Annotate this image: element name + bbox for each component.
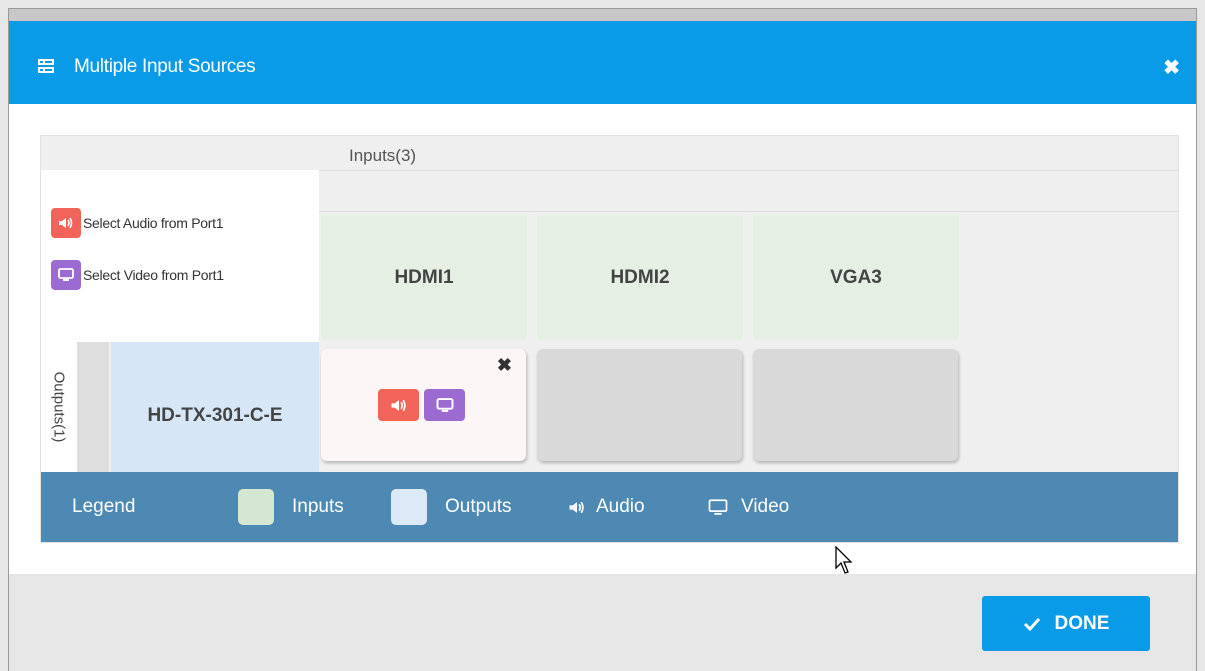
video-icon xyxy=(708,498,728,515)
output-row-header: HD-TX-301-C-E xyxy=(111,342,319,472)
legend-audio: Audio xyxy=(568,472,645,542)
legend-audio-label: Audio xyxy=(596,496,645,517)
dialog-header: Multiple Input Sources ✖ xyxy=(9,21,1196,104)
legend-inputs-label: Inputs xyxy=(292,496,344,517)
route-indicators xyxy=(378,389,470,421)
legend-outputs-label: Outputs xyxy=(445,496,512,517)
outputs-swatch xyxy=(391,489,427,525)
input-column-header: HDMI2 xyxy=(537,215,743,340)
input-column-header: VGA3 xyxy=(753,215,959,340)
dialog-window: Multiple Input Sources ✖ Inputs(3) Selec… xyxy=(8,8,1197,671)
select-video-label: Select Video from Port1 xyxy=(83,267,224,283)
select-audio-label: Select Audio from Port1 xyxy=(83,215,224,231)
legend-video-label: Video xyxy=(741,496,790,517)
done-button-label: DONE xyxy=(1054,612,1110,634)
dialog-body: Inputs(3) Select Audio from Port1 Select… xyxy=(9,104,1196,574)
legend-video: Video xyxy=(707,472,789,542)
done-button[interactable]: DONE xyxy=(982,596,1150,651)
inputs-swatch xyxy=(238,489,274,525)
select-video-row[interactable]: Select Video from Port1 xyxy=(51,260,224,290)
port-selection-box: Select Audio from Port1 Select Video fro… xyxy=(41,170,319,342)
checkmark-icon xyxy=(1023,617,1040,631)
close-icon[interactable]: ✖ xyxy=(1163,55,1180,80)
mouse-cursor-icon xyxy=(835,546,853,574)
select-audio-row[interactable]: Select Audio from Port1 xyxy=(51,208,223,238)
audio-icon xyxy=(569,501,584,513)
dialog-footer: DONE xyxy=(9,574,1196,671)
video-icon[interactable] xyxy=(424,389,465,421)
legend-title: Legend xyxy=(72,496,136,517)
video-icon[interactable] xyxy=(51,260,81,290)
routing-matrix: Inputs(3) Select Audio from Port1 Select… xyxy=(40,135,1179,543)
output-row-gutter xyxy=(77,342,109,472)
audio-icon[interactable] xyxy=(51,208,81,238)
legend-outputs: Outputs xyxy=(391,472,512,542)
outputs-count-label: Outputs(1) xyxy=(50,371,68,443)
crosspoint-cell-vga3[interactable] xyxy=(753,349,958,461)
list-icon xyxy=(38,59,54,73)
dialog-title: Multiple Input Sources xyxy=(74,56,256,77)
inputs-count-label: Inputs(3) xyxy=(349,146,417,165)
crosspoint-cell-hdmi2[interactable] xyxy=(537,349,742,461)
crosspoint-cell-hdmi1[interactable]: ✖ xyxy=(321,349,526,461)
audio-icon[interactable] xyxy=(378,389,419,421)
input-column-header: HDMI1 xyxy=(321,215,527,340)
window-top-strip xyxy=(9,9,1196,21)
legend-bar: Legend Inputs Outputs Audio Video xyxy=(41,472,1178,542)
close-icon[interactable]: ✖ xyxy=(497,355,512,376)
legend-inputs: Inputs xyxy=(238,472,344,542)
